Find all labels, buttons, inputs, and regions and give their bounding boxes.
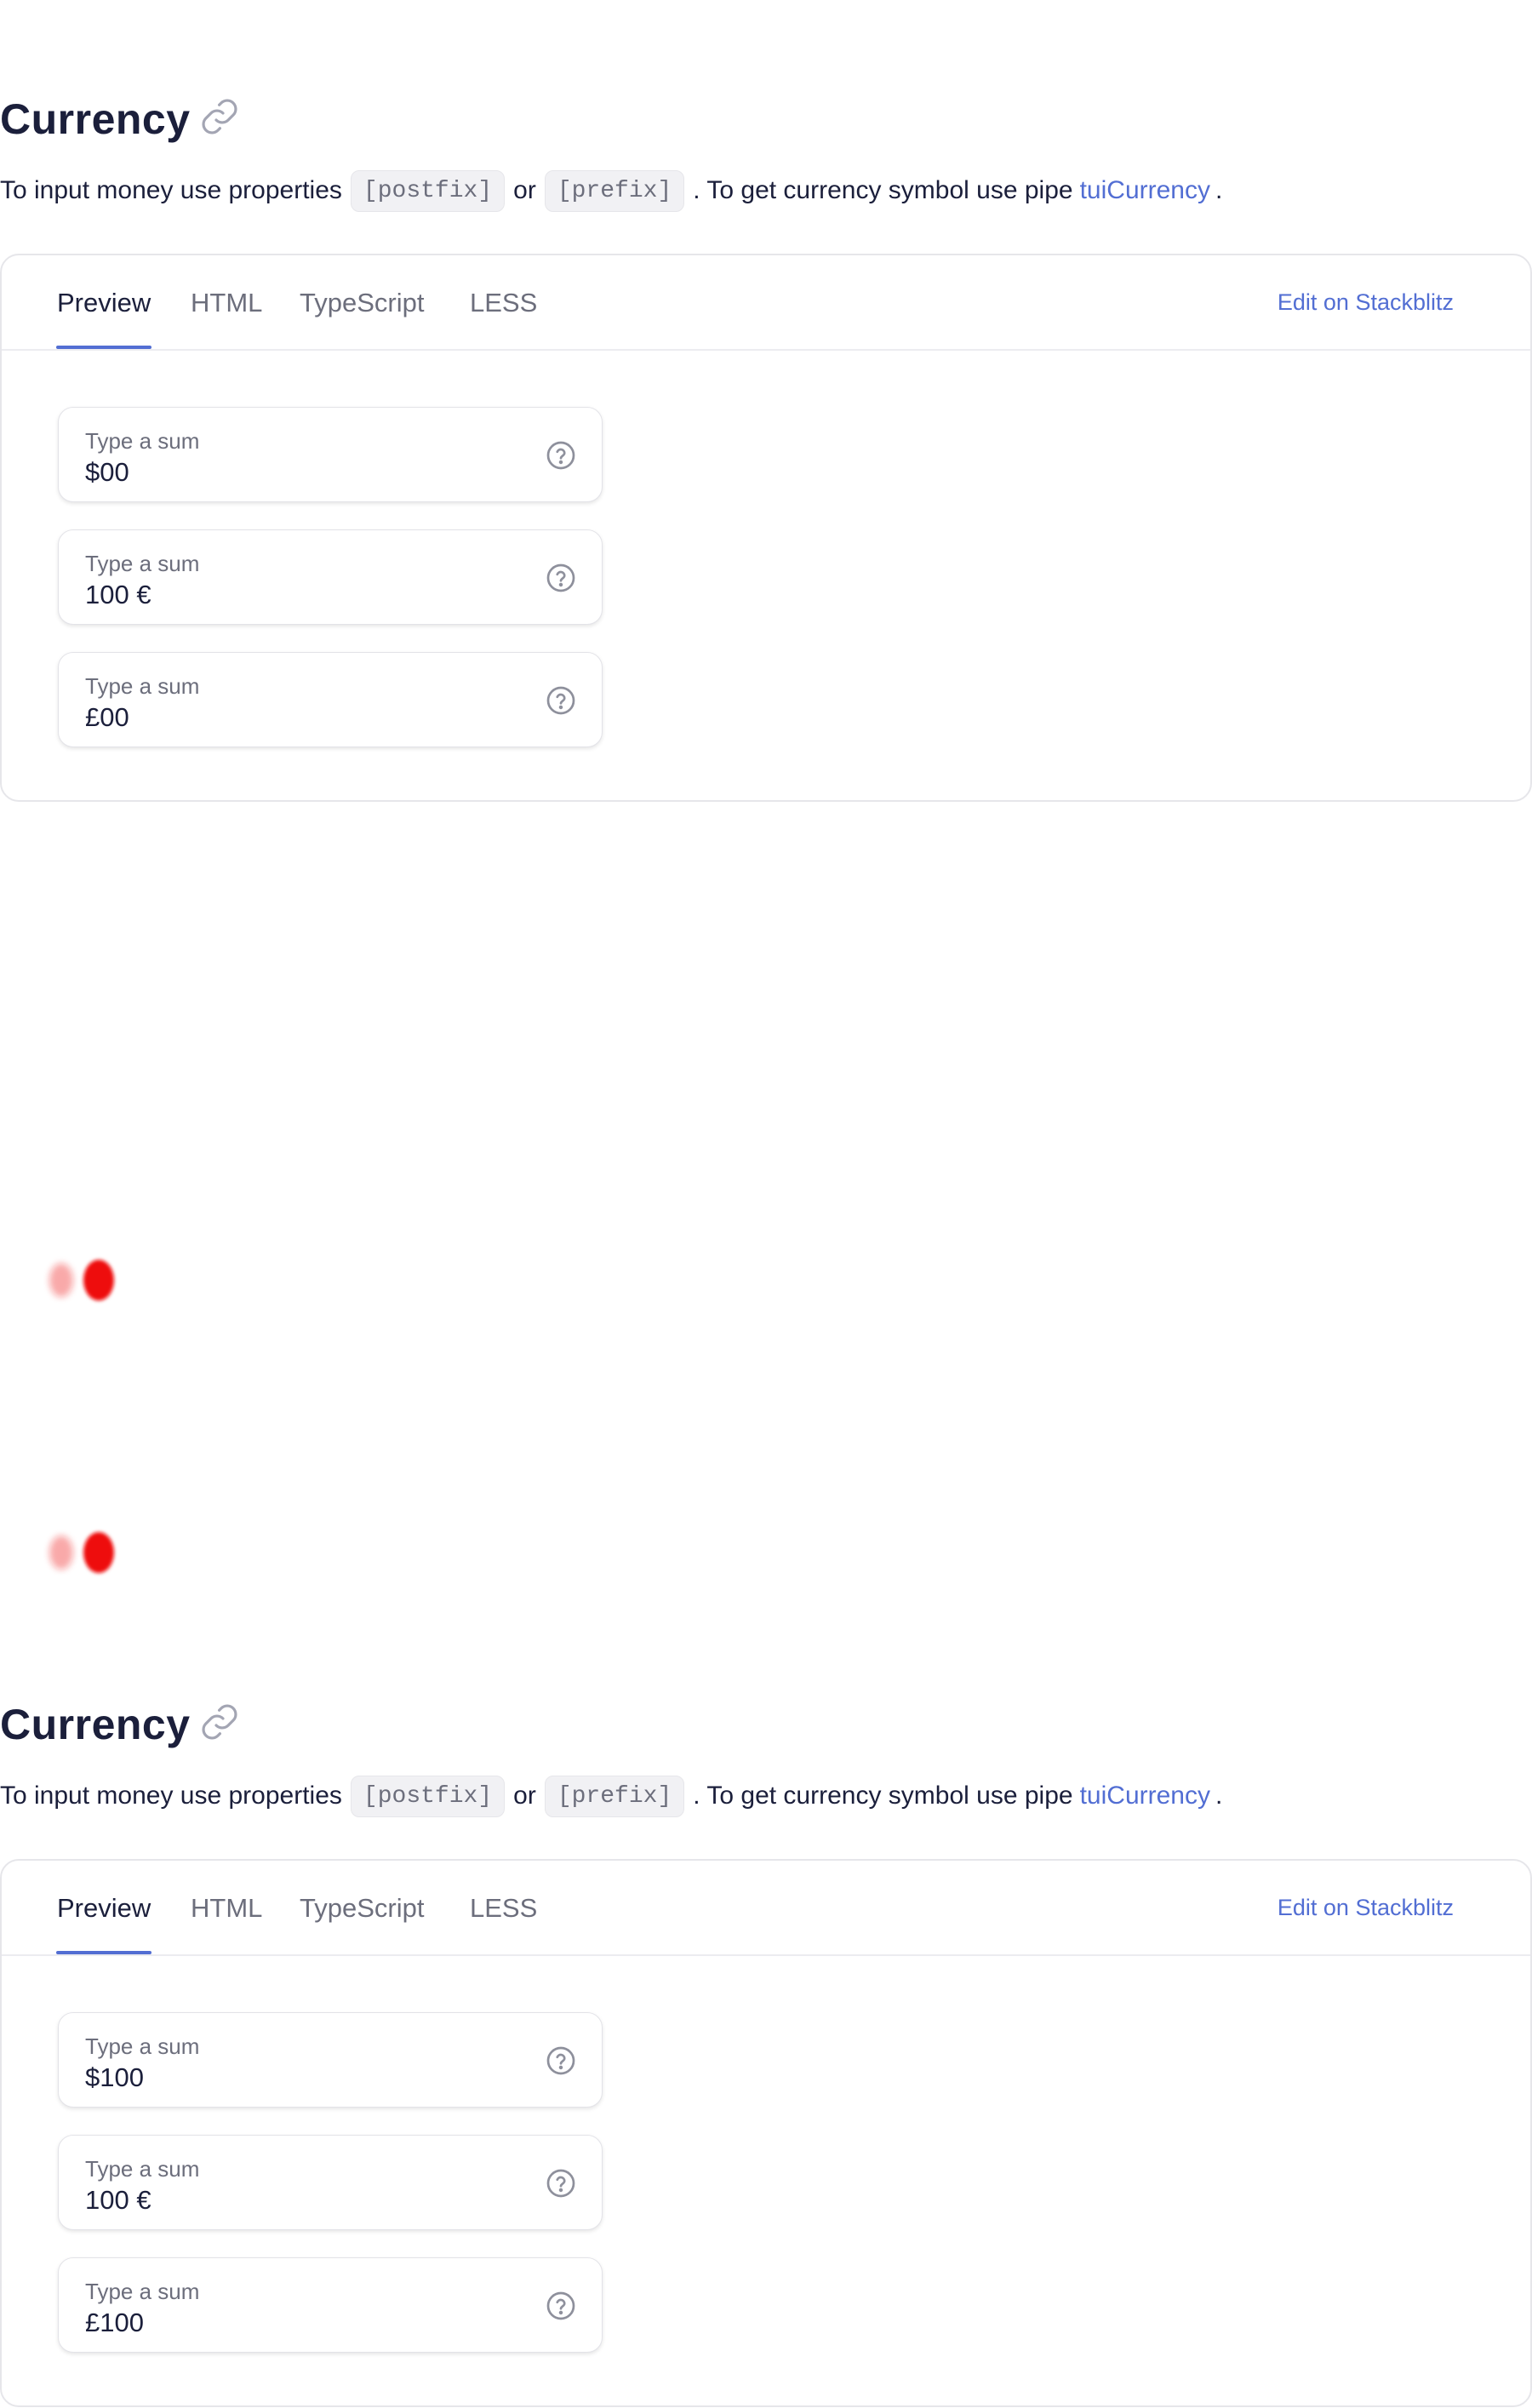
tab-less[interactable]: LESS — [470, 288, 537, 318]
desc-text-or: or — [513, 176, 536, 204]
example-card: Preview HTML TypeScript LESS Edit on Sta… — [0, 254, 1532, 802]
code-postfix: [postfix] — [350, 1775, 506, 1817]
section-description: To input money use properties [postfix] … — [0, 1772, 1222, 1820]
red-blur-marker — [49, 1260, 114, 1301]
tab-preview[interactable]: Preview — [57, 288, 151, 318]
sum-input-euro[interactable]: Type a sum 100 € — [58, 2135, 603, 2230]
question-circle-icon[interactable] — [546, 2291, 576, 2321]
desc-text-end: . — [1215, 176, 1223, 204]
active-tab-indicator — [56, 1951, 151, 1954]
desc-text-or: or — [513, 1782, 536, 1810]
sum-input-pound[interactable]: Type a sum £100 — [58, 2257, 603, 2353]
sum-input-label: Type a sum — [85, 551, 200, 576]
sum-input-pound[interactable]: Type a sum £00 — [58, 652, 603, 747]
active-tab-indicator — [56, 346, 151, 349]
edit-on-stackblitz-link[interactable]: Edit on Stackblitz — [1278, 1895, 1454, 1921]
example-tabs: Preview HTML TypeScript LESS Edit on Sta… — [2, 255, 1530, 351]
desc-text-middle: . To get currency symbol use pipe — [693, 1782, 1073, 1810]
question-circle-icon[interactable] — [546, 685, 576, 716]
code-prefix: [prefix] — [544, 1775, 685, 1817]
sum-input-euro[interactable]: Type a sum 100 € — [58, 529, 603, 625]
desc-text-end: . — [1215, 1782, 1223, 1810]
tuicurrency-link[interactable]: tuiCurrency — [1080, 176, 1210, 205]
tab-typescript[interactable]: TypeScript — [300, 288, 424, 318]
sum-input-value: 100 € — [85, 2185, 151, 2215]
sum-input-label: Type a sum — [85, 2279, 200, 2304]
tab-typescript[interactable]: TypeScript — [300, 1893, 424, 1924]
tab-less[interactable]: LESS — [470, 1893, 537, 1924]
link-icon[interactable] — [199, 96, 240, 137]
tuicurrency-link[interactable]: tuiCurrency — [1080, 1782, 1210, 1810]
section-description: To input money use properties [postfix] … — [0, 167, 1222, 214]
red-blur-marker — [49, 1532, 114, 1573]
sum-input-value: $100 — [85, 2062, 144, 2092]
sum-input-value: £100 — [85, 2308, 144, 2337]
code-postfix: [postfix] — [350, 169, 506, 212]
desc-text-middle: . To get currency symbol use pipe — [693, 176, 1073, 204]
question-circle-icon[interactable] — [546, 2168, 576, 2199]
section-heading: Currency — [0, 92, 240, 146]
question-circle-icon[interactable] — [546, 2045, 576, 2076]
sum-input-label: Type a sum — [85, 428, 200, 454]
question-circle-icon[interactable] — [546, 563, 576, 593]
sum-input-dollar[interactable]: Type a sum $00 — [58, 407, 603, 502]
sum-input-value: $00 — [85, 457, 129, 487]
sum-input-label: Type a sum — [85, 2033, 200, 2059]
desc-text-before: To input money use properties — [0, 176, 342, 204]
sum-input-dollar[interactable]: Type a sum $100 — [58, 2012, 603, 2108]
desc-text-before: To input money use properties — [0, 1782, 342, 1810]
section-title: Currency — [0, 95, 191, 143]
sum-input-value: £00 — [85, 702, 129, 732]
section-heading: Currency — [0, 1697, 240, 1752]
tab-html[interactable]: HTML — [191, 1893, 262, 1924]
example-tabs: Preview HTML TypeScript LESS Edit on Sta… — [2, 1861, 1530, 1956]
code-prefix: [prefix] — [544, 169, 685, 212]
example-card: Preview HTML TypeScript LESS Edit on Sta… — [0, 1859, 1532, 2407]
sum-input-label: Type a sum — [85, 2156, 200, 2182]
tab-preview[interactable]: Preview — [57, 1893, 151, 1924]
section-title: Currency — [0, 1701, 191, 1748]
question-circle-icon[interactable] — [546, 440, 576, 471]
sum-input-label: Type a sum — [85, 673, 200, 699]
edit-on-stackblitz-link[interactable]: Edit on Stackblitz — [1278, 289, 1454, 316]
link-icon[interactable] — [199, 1702, 240, 1742]
tab-html[interactable]: HTML — [191, 288, 262, 318]
sum-input-value: 100 € — [85, 580, 151, 609]
